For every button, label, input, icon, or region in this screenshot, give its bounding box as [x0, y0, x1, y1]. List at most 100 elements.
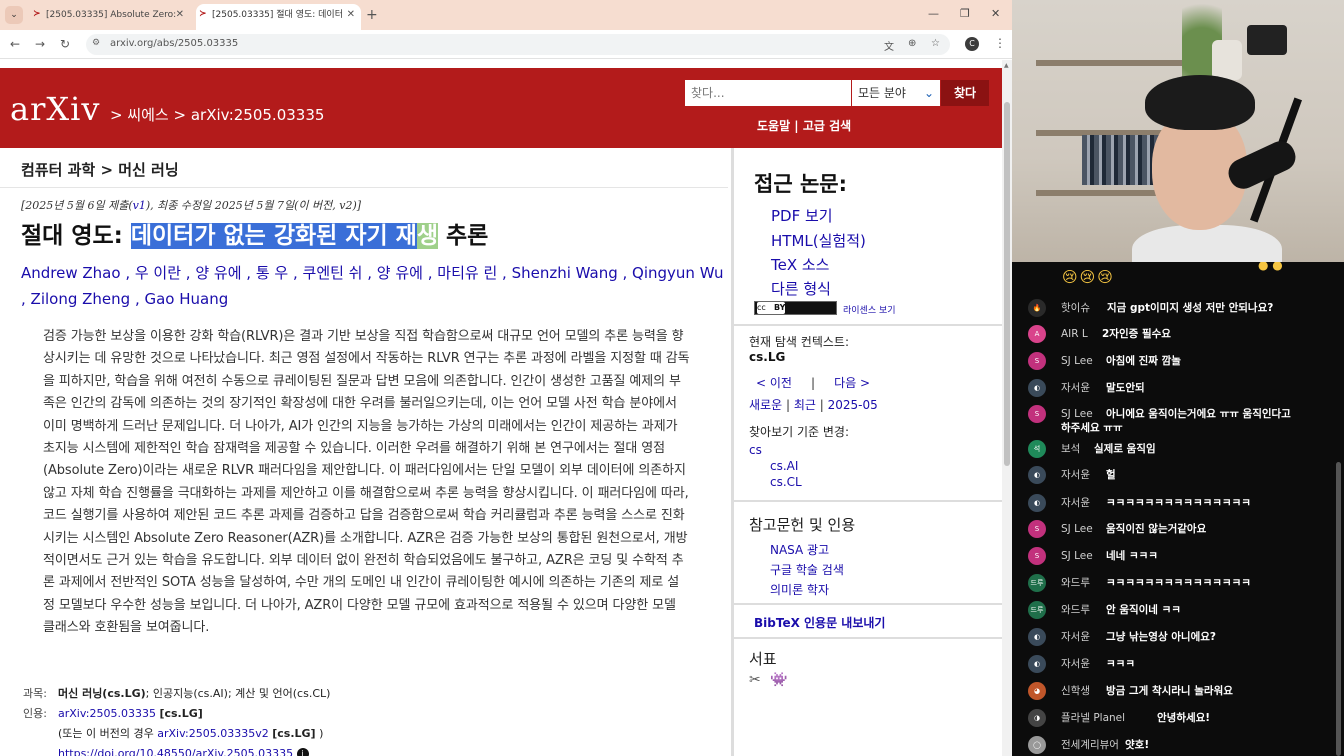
browse-cs[interactable]: cs [749, 443, 762, 457]
chat-avatar[interactable]: S [1028, 352, 1046, 370]
recent-link[interactable]: 최근 [794, 398, 816, 412]
month-link[interactable]: 2025-05 [828, 398, 878, 412]
field-select[interactable]: 모든 분야 ⌄ [852, 80, 940, 106]
new-tab-icon[interactable]: + [366, 6, 378, 24]
chat-username[interactable]: 자서윤 [1061, 630, 1090, 644]
html-link[interactable]: HTML(실험적) [771, 230, 866, 251]
menu-icon[interactable]: ⋮ [994, 36, 1006, 50]
page-scrollbar[interactable]: ▲ [1002, 60, 1012, 756]
reddit-icon[interactable]: 👾 [770, 672, 787, 688]
chat-avatar[interactable]: A [1028, 325, 1046, 343]
chat-username[interactable]: SJ Lee [1061, 407, 1093, 421]
chat-avatar[interactable]: 🔥 [1028, 299, 1046, 317]
chat-username[interactable]: 와드루 [1061, 576, 1090, 590]
other-formats-link[interactable]: 다른 형식 [771, 278, 831, 299]
google-scholar-link[interactable]: 구글 학술 검색 [770, 561, 844, 578]
window-close-icon[interactable]: ✕ [991, 7, 1000, 20]
chat-avatar[interactable]: ◐ [1028, 655, 1046, 673]
author-link[interactable]: 양 유에 [195, 264, 241, 282]
pdf-link[interactable]: PDF 보기 [771, 205, 833, 226]
prev-link[interactable]: < 이전 [756, 376, 792, 390]
breadcrumb[interactable]: > 씨에스 > arXiv:2505.03335 [110, 104, 324, 125]
chat-username[interactable]: SJ Lee [1061, 549, 1093, 563]
version-link[interactable]: arXiv:2505.03335v2 [157, 727, 268, 740]
back-icon[interactable]: ← [10, 37, 20, 51]
chat-username[interactable]: 플라넬 Planel [1061, 711, 1125, 725]
close-icon[interactable]: ✕ [176, 4, 184, 26]
chat-username[interactable]: 자서윤 [1061, 496, 1090, 510]
chat-avatar[interactable]: 드루 [1028, 574, 1046, 592]
author-link[interactable]: 우 이란 [135, 264, 181, 282]
close-icon[interactable]: ✕ [347, 4, 355, 26]
chat-avatar[interactable]: ◐ [1028, 494, 1046, 512]
browse-cs-cl[interactable]: cs.CL [770, 475, 802, 489]
chat-avatar[interactable]: S [1028, 547, 1046, 565]
help-links[interactable]: 도움말 | 고급 검색 [757, 117, 851, 134]
cite-link[interactable]: arXiv:2505.03335 [58, 707, 156, 720]
author-link[interactable]: 양 유에 [377, 264, 423, 282]
translate-icon[interactable]: 文 [884, 38, 894, 53]
chat-avatar[interactable]: 석 [1028, 440, 1046, 458]
forward-icon[interactable]: → [35, 37, 45, 51]
next-link[interactable]: 다음 > [834, 376, 870, 390]
chat-username[interactable]: 보석 [1061, 442, 1080, 456]
chat-username[interactable]: 자서윤 [1061, 468, 1090, 482]
scroll-up-icon[interactable]: ▲ [1004, 62, 1009, 69]
restore-icon[interactable]: ❐ [960, 7, 970, 20]
new-link[interactable]: 새로운 [749, 398, 782, 412]
nasa-ads-link[interactable]: NASA 광고 [770, 541, 829, 558]
chat-username[interactable]: 자서윤 [1061, 381, 1090, 395]
arxiv-logo[interactable]: arXiv [10, 90, 100, 128]
chat-username[interactable]: 신학생 [1061, 684, 1090, 698]
chat-username[interactable]: SJ Lee [1061, 522, 1093, 536]
author-link[interactable]: Gao Huang [144, 290, 228, 308]
chat-avatar[interactable]: ◕ [1028, 682, 1046, 700]
bookmark-star-icon[interactable]: ☆ [931, 38, 940, 49]
author-link[interactable]: Andrew Zhao [21, 264, 121, 282]
author-link[interactable]: Zilong Zheng [31, 290, 131, 308]
chat-avatar[interactable]: S [1028, 520, 1046, 538]
tab-search-icon[interactable]: ⌄ [5, 6, 23, 24]
chat-avatar[interactable]: S [1028, 405, 1046, 423]
doi-link[interactable]: https://doi.org/10.48550/arXiv.2505.0333… [58, 747, 293, 756]
chat-scrollbar[interactable] [1336, 462, 1341, 756]
chat-username[interactable]: 전세계리뷰어 [1061, 738, 1119, 752]
author-link[interactable]: 통 우 [256, 264, 288, 282]
info-icon[interactable]: i [296, 748, 309, 756]
chat-username[interactable]: SJ Lee [1061, 354, 1093, 368]
site-info-icon[interactable]: ⚙ [92, 38, 100, 48]
search-button[interactable]: 찾다 [941, 80, 989, 106]
chat-avatar[interactable]: ◐ [1028, 466, 1046, 484]
chat-username[interactable]: 핫이슈 [1061, 301, 1090, 315]
browse-cs-ai[interactable]: cs.AI [770, 459, 798, 473]
semantic-scholar-link[interactable]: 의미론 학자 [770, 581, 829, 598]
chat-username[interactable]: 와드루 [1061, 603, 1090, 617]
chat-avatar[interactable]: ◐ [1028, 628, 1046, 646]
license-link[interactable]: 라이센스 보기 [843, 303, 896, 316]
chat-avatar[interactable]: 드루 [1028, 601, 1046, 619]
profile-avatar[interactable]: C [965, 37, 979, 51]
tab-absolute-zero-ko[interactable]: ≻ [2505.03335] 절대 영도: 데이터 ✕ [196, 4, 361, 30]
reload-icon[interactable]: ↻ [60, 37, 70, 51]
chat-avatar[interactable]: ◑ [1028, 709, 1046, 727]
author-link[interactable]: Shenzhi Wang [512, 264, 618, 282]
author-link[interactable]: 쿠엔틴 쉬 [303, 264, 363, 282]
tex-source-link[interactable]: TeX 소스 [771, 254, 830, 275]
chat-avatar[interactable]: ◯ [1028, 736, 1046, 754]
author-link[interactable]: 마티유 린 [437, 264, 497, 282]
scroll-thumb[interactable] [1004, 102, 1010, 466]
cc-by-license-icon[interactable]: cc BY [754, 301, 837, 315]
tab-absolute-zero-en[interactable]: ≻ [2505.03335] Absolute Zero: R ✕ [30, 4, 190, 30]
author-link[interactable]: Qingyun Wu [632, 264, 723, 282]
chat-avatar[interactable]: ◐ [1028, 379, 1046, 397]
zoom-icon[interactable]: ⊕ [908, 38, 916, 49]
search-input[interactable] [685, 80, 851, 106]
chat-username[interactable]: 자서윤 [1061, 657, 1090, 671]
chat-username[interactable]: AIR L [1061, 327, 1088, 341]
url-input[interactable]: ⚙ arxiv.org/abs/2505.03335 文 ⊕ ☆ [86, 34, 950, 55]
v1-link[interactable]: v1 [133, 199, 146, 212]
bibsonomy-icon[interactable]: ✂ [749, 672, 761, 688]
bibtex-export-link[interactable]: BibTeX 인용문 내보내기 [754, 614, 885, 631]
subjects-label: 과목: [23, 687, 47, 700]
minimize-icon[interactable]: — [928, 7, 939, 20]
